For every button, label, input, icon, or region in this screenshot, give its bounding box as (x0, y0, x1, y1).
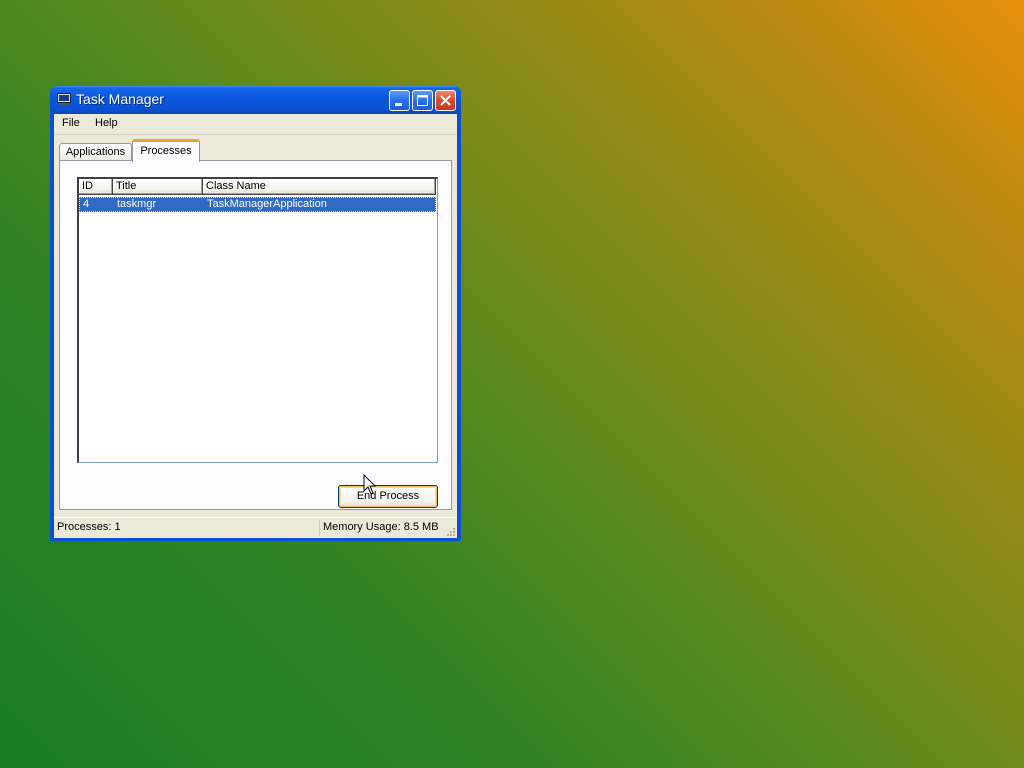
menu-bar: File Help (54, 114, 457, 135)
column-header-id[interactable]: ID (79, 179, 113, 195)
mouse-cursor-icon (363, 474, 377, 495)
status-memory-usage: Memory Usage: 8.5 MB (319, 520, 444, 536)
status-process-count: Processes: 1 (57, 521, 121, 533)
process-list[interactable]: ID Title Class Name 4 taskmgr TaskManage… (77, 177, 438, 463)
window-title: Task Manager (76, 91, 164, 107)
cell-class-name: TaskManagerApplication (207, 198, 327, 210)
menu-help[interactable]: Help (95, 117, 118, 129)
menu-file[interactable]: File (62, 117, 80, 129)
task-manager-window: Task Manager File Help Applications Proc… (50, 86, 461, 541)
maximize-icon (417, 95, 428, 106)
minimize-button[interactable] (389, 90, 410, 111)
list-header: ID Title Class Name (79, 179, 436, 195)
cell-title: taskmgr (117, 198, 157, 210)
tab-applications[interactable]: Applications (59, 143, 132, 161)
column-header-title[interactable]: Title (113, 179, 203, 195)
processes-tab-panel: ID Title Class Name 4 taskmgr TaskManage… (59, 160, 452, 510)
tab-processes[interactable]: Processes (132, 139, 200, 162)
table-row[interactable]: 4 taskmgr TaskManagerApplication (79, 197, 436, 212)
title-bar[interactable]: Task Manager (50, 86, 461, 114)
close-icon (440, 95, 451, 106)
window-client-area: File Help Applications Processes ID Titl… (54, 114, 457, 538)
minimize-icon (395, 103, 402, 106)
maximize-button[interactable] (412, 90, 433, 111)
status-bar: Processes: 1 Memory Usage: 8.5 MB (54, 517, 457, 538)
resize-grip-icon[interactable] (445, 526, 456, 537)
monitor-icon (57, 93, 71, 106)
cell-id: 4 (83, 198, 90, 210)
column-header-class-name[interactable]: Class Name (203, 179, 436, 195)
end-process-button[interactable]: End Process (338, 485, 438, 508)
close-button[interactable] (435, 90, 456, 111)
